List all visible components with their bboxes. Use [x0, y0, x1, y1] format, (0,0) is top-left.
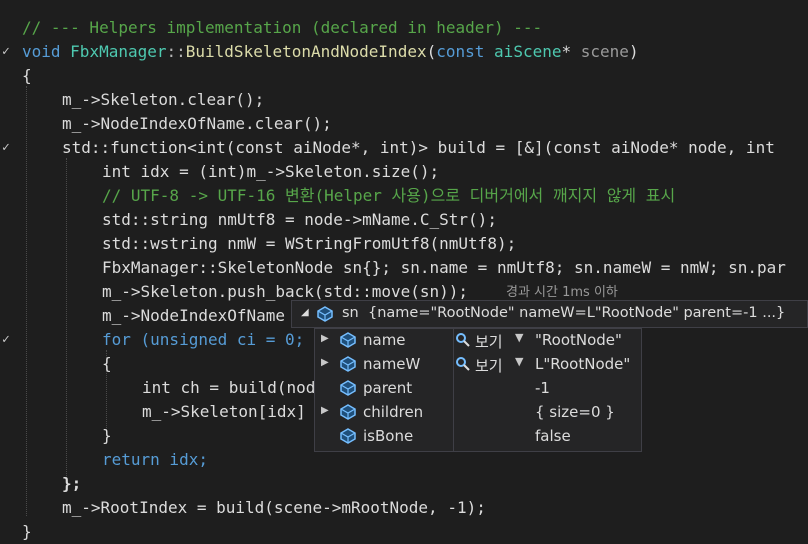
code-line: m_->NodeIndexOfName.clear(); [62, 114, 332, 133]
code-line: std::wstring nmW = WStringFromUtf8(nmUtf… [102, 234, 517, 253]
magnifier-icon[interactable] [455, 356, 471, 376]
member-value[interactable]: { size=0 } [535, 403, 615, 421]
code-line: m_->Skeleton[idx] [142, 402, 306, 421]
member-value[interactable]: "RootNode" [535, 331, 622, 349]
datatip-row-name[interactable]: ▶ name 보기 ▼ "RootNode" [315, 329, 641, 353]
member-value[interactable]: L"RootNode" [535, 355, 630, 373]
expand-arrow-icon[interactable]: ▶ [321, 405, 329, 416]
datatip-header[interactable]: ◢ sn {name="RootNode" nameW=L"RootNode" … [291, 300, 808, 328]
code-line-comment: // UTF-8 -> UTF-16 변환(Helper 사용)으로 디버거에서… [102, 186, 676, 205]
fold-mark-icon[interactable]: ✓ [2, 328, 12, 352]
field-icon [339, 428, 357, 448]
expand-arrow-icon[interactable]: ▶ [321, 357, 329, 368]
code-line: { [22, 66, 32, 85]
code-line: for (unsigned ci = 0; [102, 330, 305, 349]
code-line: m_->Skeleton.clear(); [62, 90, 265, 109]
member-name: children [363, 403, 424, 421]
datatip-row-parent[interactable]: parent -1 [315, 377, 641, 401]
fold-mark-icon[interactable]: ✓ [2, 40, 12, 64]
datatip-members-panel[interactable]: ▶ name 보기 ▼ "RootNode" ▶ nameW 보기 ▼ L"Ro… [314, 328, 642, 452]
field-icon [339, 404, 357, 424]
code-line: int ch = build(nod [142, 378, 316, 397]
code-line-signature: void FbxManager::BuildSkeletonAndNodeInd… [22, 42, 639, 61]
collapse-arrow-icon[interactable]: ◢ [301, 307, 309, 318]
datatip-row-children[interactable]: ▶ children { size=0 } [315, 401, 641, 425]
magnifier-icon[interactable] [455, 332, 471, 352]
perf-tip-hint: 경과 시간 1ms 이하 [506, 285, 618, 300]
code-line: m_->RootIndex = build(scene->mRootNode, … [62, 498, 486, 517]
code-line: } [102, 426, 112, 445]
code-line: std::string nmUtf8 = node->mName.C_Str()… [102, 210, 497, 229]
member-value[interactable]: -1 [535, 379, 550, 397]
code-line: } [22, 522, 32, 541]
datatip-row-isBone[interactable]: isBone false [315, 425, 641, 449]
fold-mark-icon[interactable]: ✓ [2, 136, 12, 160]
code-line-lambda: std::function<int(const aiNode*, int)> b… [62, 138, 775, 157]
visualizer-label[interactable]: 보기 [475, 355, 503, 376]
indent-guide [26, 86, 28, 516]
datatip-variable-name: sn [342, 305, 359, 321]
code-line: FbxManager::SkeletonNode sn{}; sn.name =… [102, 258, 786, 277]
field-icon [339, 356, 357, 376]
datatip-variable-value[interactable]: {name="RootNode" nameW=L"RootNode" paren… [368, 305, 785, 321]
code-line: { [102, 354, 112, 373]
visualizer-label[interactable]: 보기 [475, 331, 503, 352]
member-name: nameW [363, 355, 421, 373]
code-editor[interactable]: ✓ ✓ ✓ // --- Helpers implementation (dec… [0, 0, 808, 541]
code-line: m_->NodeIndexOfName [102, 306, 286, 325]
code-line: return idx; [102, 450, 208, 469]
datatip-row-nameW[interactable]: ▶ nameW 보기 ▼ L"RootNode" [315, 353, 641, 377]
expand-arrow-icon[interactable]: ▶ [321, 333, 329, 344]
member-name: isBone [363, 427, 414, 445]
code-line: int idx = (int)m_->Skeleton.size(); [102, 162, 440, 181]
member-name: name [363, 331, 406, 349]
field-icon [339, 332, 357, 352]
code-line: }; [62, 474, 82, 493]
code-line-comment: // --- Helpers implementation (declared … [22, 18, 543, 37]
dropdown-icon[interactable]: ▼ [515, 331, 523, 344]
member-value[interactable]: false [535, 427, 571, 445]
dropdown-icon[interactable]: ▼ [515, 355, 523, 368]
field-icon [316, 306, 334, 326]
member-name: parent [363, 379, 413, 397]
indent-guide [66, 158, 68, 482]
field-icon [339, 380, 357, 400]
